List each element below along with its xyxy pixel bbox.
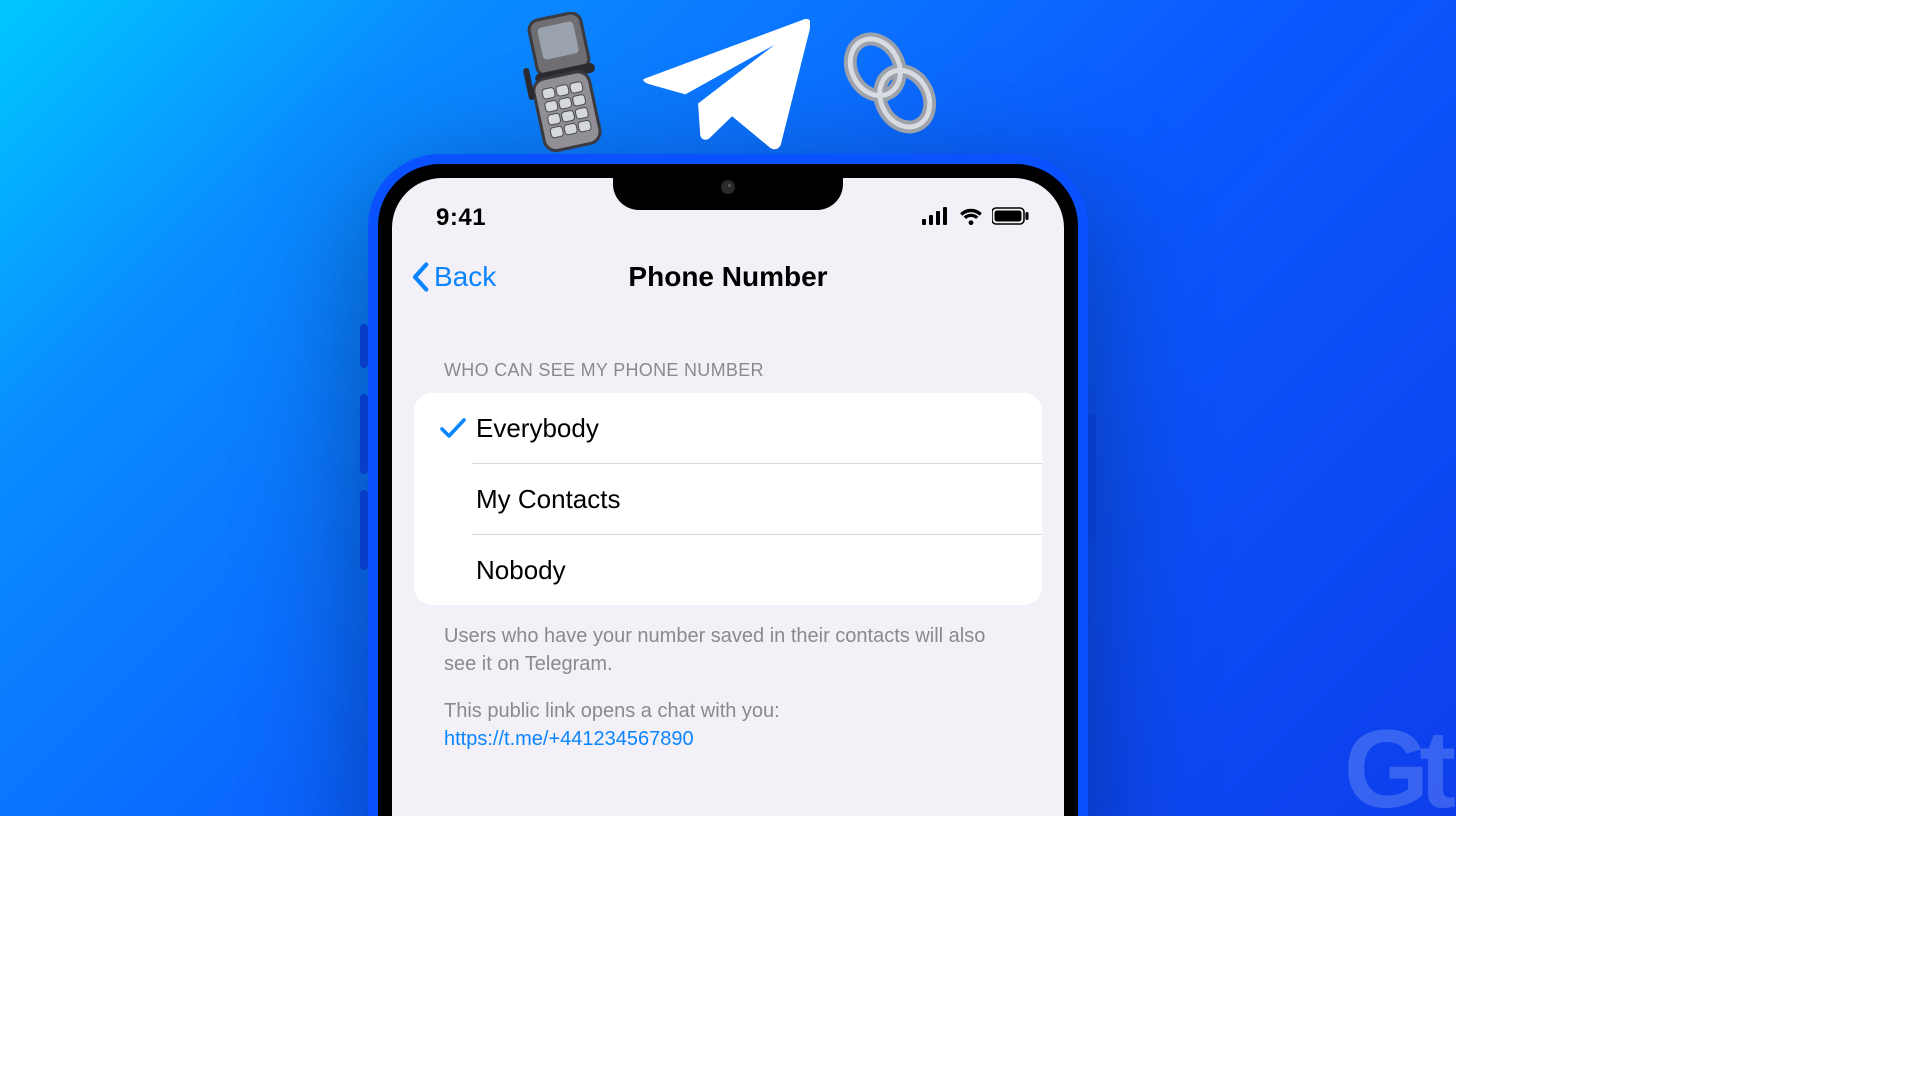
- option-label: Nobody: [472, 555, 566, 586]
- decorative-header-icons: [512, 8, 944, 158]
- footer-text-2: This public link opens a chat with you:: [444, 698, 1012, 726]
- back-button[interactable]: Back: [410, 261, 496, 293]
- option-label: Everybody: [472, 413, 599, 444]
- visibility-options-list: Everybody My Contacts Nobody: [414, 393, 1042, 605]
- option-my-contacts[interactable]: My Contacts: [414, 464, 1042, 534]
- public-link[interactable]: https://t.me/+441234567890: [444, 726, 1012, 754]
- phone-mockup: 9:41: [368, 154, 1088, 816]
- back-label: Back: [434, 261, 496, 293]
- cellular-signal-icon: [922, 207, 950, 230]
- nav-bar: Back Phone Number: [392, 246, 1064, 308]
- watermark-logo: Gt: [1344, 731, 1446, 808]
- viewport: 9:41: [0, 0, 1456, 816]
- option-everybody[interactable]: Everybody: [414, 393, 1042, 463]
- settings-content: WHO CAN SEE MY PHONE NUMBER Everybody: [392, 308, 1064, 753]
- section-header: WHO CAN SEE MY PHONE NUMBER: [414, 330, 1042, 393]
- chevron-left-icon: [410, 262, 430, 292]
- phone-screen: 9:41: [392, 178, 1064, 816]
- checkmark-icon: [434, 416, 472, 440]
- status-time: 9:41: [436, 204, 486, 232]
- chain-link-icon: [836, 24, 944, 142]
- option-nobody[interactable]: Nobody: [414, 535, 1042, 605]
- battery-icon: [992, 207, 1030, 230]
- flip-phone-icon: [512, 12, 614, 154]
- option-label: My Contacts: [472, 484, 621, 515]
- phone-notch: [613, 164, 843, 210]
- page-title: Phone Number: [628, 261, 827, 293]
- section-footer: Users who have your number saved in thei…: [414, 605, 1042, 753]
- footer-text-1: Users who have your number saved in thei…: [444, 623, 1012, 678]
- wifi-icon: [958, 207, 984, 230]
- telegram-plane-icon: [640, 8, 810, 158]
